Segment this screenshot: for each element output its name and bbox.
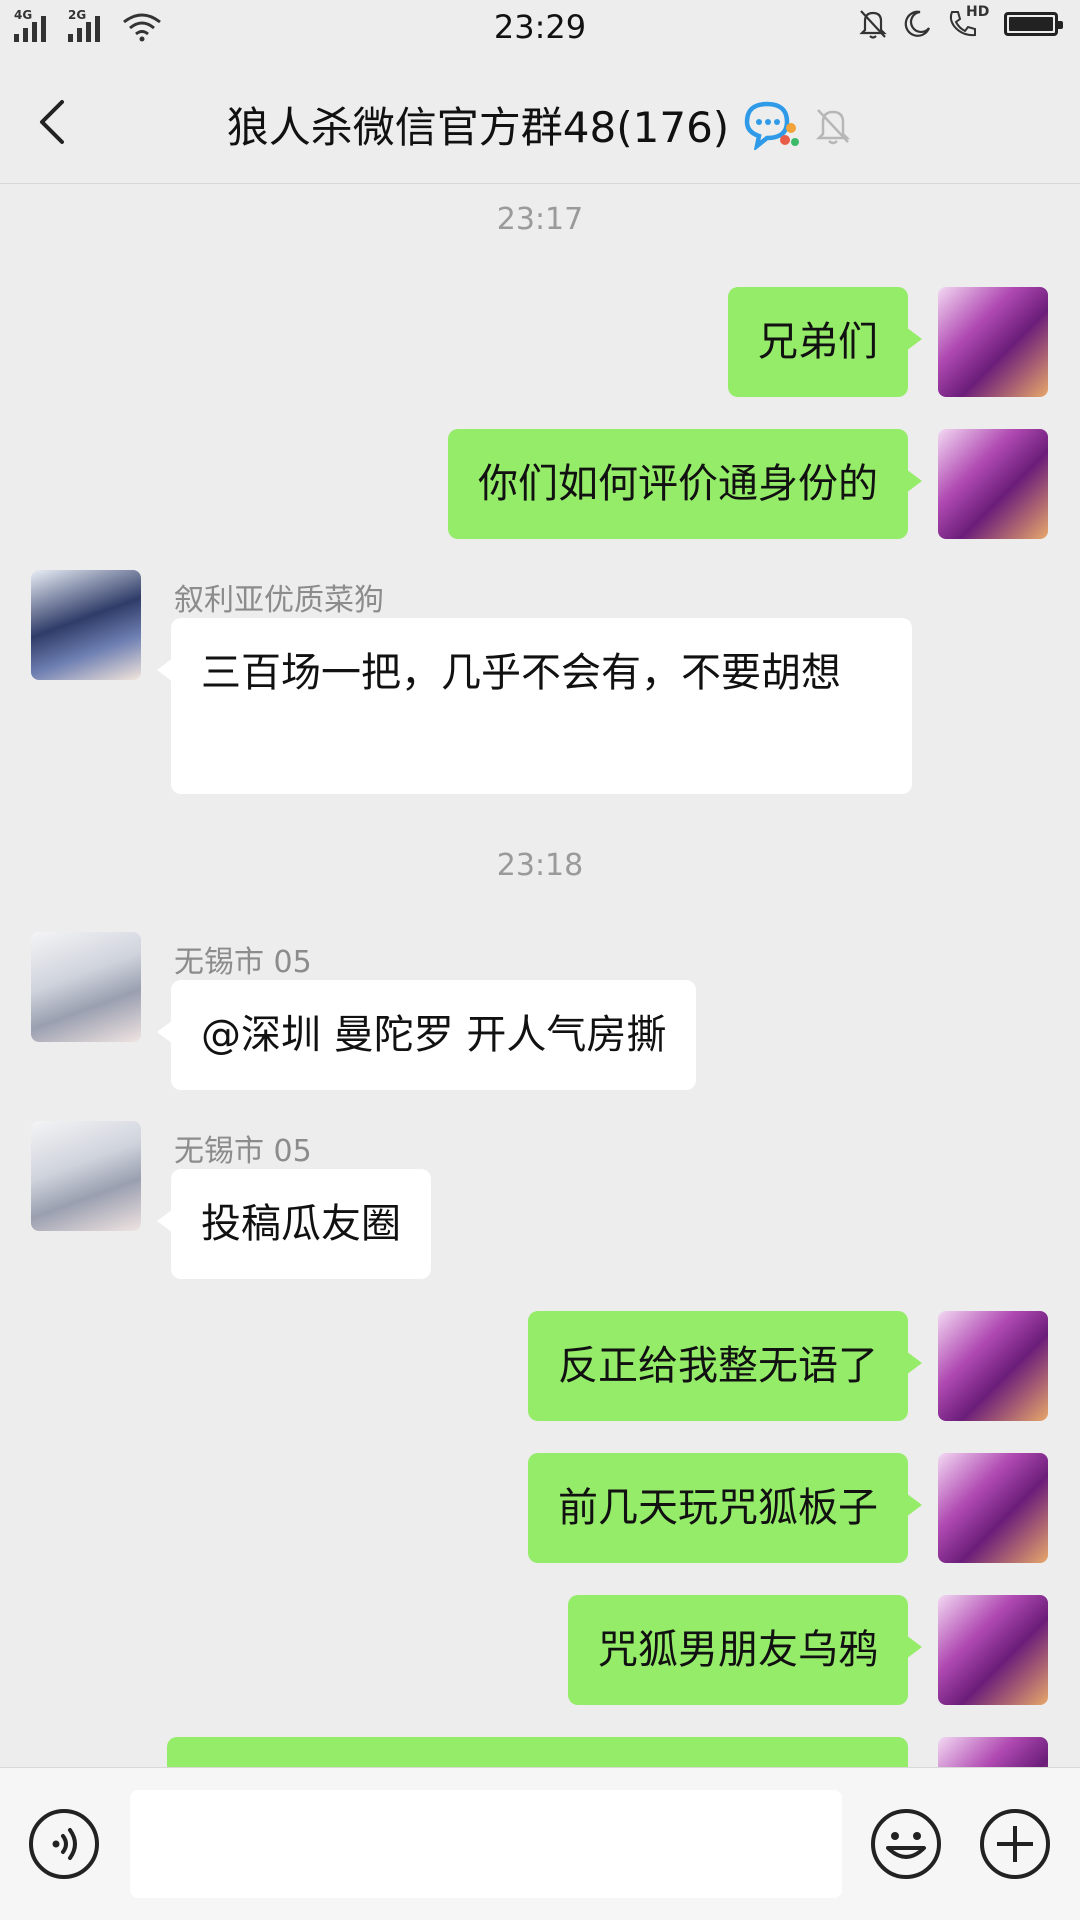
message-bubble-other[interactable]: 投稿瓜友圈 [157, 1169, 431, 1279]
emoji-icon[interactable] [870, 1808, 942, 1880]
message-text: 三百场一把，几乎不会有，不要胡想 [201, 650, 841, 696]
plus-icon[interactable] [979, 1808, 1051, 1880]
time-divider: 23:18 [496, 848, 584, 883]
message-text: 前几天玩咒狐板子 [558, 1485, 878, 1531]
sender-name: 叙利亚优质菜狗 [174, 583, 384, 618]
chat-header: 狼人杀微信官方群48(176) [0, 58, 1080, 184]
avatar-self[interactable] [938, 429, 1048, 539]
message-text: 投稿瓜友圈 [201, 1201, 401, 1247]
status-bar: 4G 2G 23:29 HD [0, 0, 1080, 58]
sender-name: 无锡市 05 [174, 1134, 312, 1169]
message-bubble-me[interactable]: 前几天玩咒狐板子 [528, 1453, 922, 1563]
message-input[interactable] [130, 1790, 842, 1898]
chat-title[interactable]: 狼人杀微信官方群48(176) [227, 94, 729, 155]
message-text: 你们如何评价通身份的 [478, 461, 878, 507]
battery-icon [1004, 12, 1063, 36]
message-bubble-me[interactable]: 反正给我整无语了 [528, 1311, 922, 1421]
sender-name: 无锡市 05 [174, 945, 312, 980]
message-bubble-me[interactable]: 兄弟们 [728, 287, 922, 397]
message-bubble-other[interactable]: 三百场一把，几乎不会有，不要胡想 [157, 618, 912, 794]
bell-off-icon [816, 108, 851, 144]
avatar-sender[interactable] [31, 932, 141, 1042]
moon-icon [904, 10, 931, 37]
message-text: @深圳 曼陀罗 开人气房撕 [201, 1012, 667, 1058]
avatar-sender[interactable] [31, 1121, 141, 1231]
avatar-sender[interactable] [31, 570, 141, 680]
message-text: 咒狐男朋友乌鸦 [598, 1627, 878, 1673]
avatar-self[interactable] [938, 1453, 1048, 1563]
time-divider: 23:17 [496, 202, 584, 237]
message-bubble-me[interactable]: 咒狐男朋友乌鸦 [568, 1595, 922, 1705]
avatar-self[interactable] [938, 1595, 1048, 1705]
message-bubble-other[interactable]: @深圳 曼陀罗 开人气房撕 [156, 980, 697, 1090]
avatar-self[interactable] [938, 1311, 1048, 1421]
input-bar [0, 1767, 1080, 1920]
hd-call-icon: HD [946, 4, 990, 40]
voice-icon[interactable] [28, 1808, 100, 1880]
message-bubble-me[interactable]: 你们如何评价通身份的 [448, 429, 922, 539]
chat-bubble-icon [744, 101, 800, 150]
message-text: 兄弟们 [758, 319, 878, 365]
message-text: 反正给我整无语了 [558, 1343, 878, 1389]
hd-label: HD [966, 4, 990, 20]
bell-off-status-icon [859, 10, 887, 39]
avatar-self[interactable] [938, 287, 1048, 397]
